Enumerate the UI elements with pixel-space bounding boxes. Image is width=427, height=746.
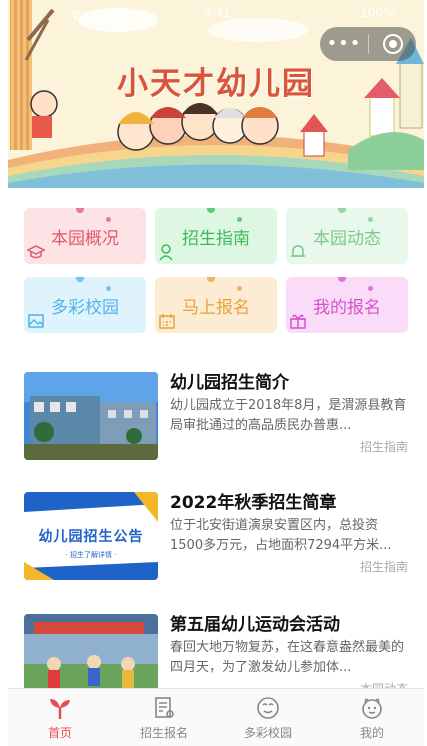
form-icon <box>155 697 174 718</box>
graduation-cap-icon <box>27 245 45 259</box>
quick-entry-grid: 本园概况 招生指南 本园动态 多彩校园 马上报名 我的报名 <box>24 208 408 333</box>
news-item-1[interactable]: 幼儿园招生简介 幼儿园成立于2018年8月，是渭源县教育局审批通过的高品质民办普… <box>24 366 408 462</box>
tile-campus[interactable]: 多彩校园 <box>24 277 146 333</box>
tile-news[interactable]: 本园动态 <box>286 208 408 264</box>
bottom-tabbar: 首页 招生报名 多彩校园 我的 <box>8 688 424 746</box>
news-thumbnail: 幼儿园招生公告 · 招生了解详情 · <box>24 492 158 580</box>
thumb-subline: · 招生了解详情 · <box>65 551 117 559</box>
news-desc: 春回大地万物复苏，在这春意盎然最美的四月天，为了激发幼儿参加体... <box>170 640 405 675</box>
news-desc: 幼儿园成立于2018年8月，是渭源县教育局审批通过的高品质民办普惠... <box>170 398 407 433</box>
tab-label: 招生报名 <box>139 726 188 740</box>
calendar-icon <box>159 314 175 329</box>
tab-mine[interactable]: 我的 <box>320 689 424 746</box>
tile-enroll-now[interactable]: 马上报名 <box>155 277 277 333</box>
tile-label: 马上报名 <box>182 297 250 318</box>
status-carrier: WeChat令 <box>72 8 131 22</box>
tile-my-enrollment[interactable]: 我的报名 <box>286 277 408 333</box>
face-icon <box>257 697 279 719</box>
status-time: 9:41 <box>204 6 231 20</box>
tab-campus[interactable]: 多彩校园 <box>216 689 320 746</box>
gift-icon <box>290 314 306 329</box>
tab-home[interactable]: 首页 <box>8 689 112 746</box>
more-dots-icon[interactable]: ••• <box>320 27 368 61</box>
smile-icon <box>362 698 382 719</box>
status-battery: 100% <box>360 6 395 20</box>
news-item-2[interactable]: 幼儿园招生公告 · 招生了解详情 · 2022年秋季招生简章 位于北安街道演泉安… <box>24 486 408 582</box>
news-desc: 位于北安街道演泉安置区内，总投资1500多万元，占地面积7294平方米... <box>170 518 392 553</box>
news-tag: 招生指南 <box>359 560 408 574</box>
tile-admission-guide[interactable]: 招生指南 <box>155 208 277 264</box>
news-title: 幼儿园招生简介 <box>170 373 289 393</box>
thumb-headline: 幼儿园招生公告 <box>38 529 144 545</box>
tab-enroll[interactable]: 招生报名 <box>112 689 216 746</box>
news-tag: 招生指南 <box>359 440 408 454</box>
tab-label: 多彩校园 <box>243 726 292 740</box>
bell-icon <box>291 245 305 257</box>
hero-banner: WeChat令 9:41 100% 小天才幼儿园 ••• <box>8 0 424 188</box>
tile-label: 多彩校园 <box>51 297 119 318</box>
tile-label: 招生指南 <box>182 228 250 249</box>
news-title: 2022年秋季招生简章 <box>170 493 337 513</box>
tile-overview[interactable]: 本园概况 <box>24 208 146 264</box>
banner-title: 小天才幼儿园 <box>117 66 315 102</box>
person-icon <box>159 244 173 261</box>
tile-label: 我的报名 <box>313 297 381 318</box>
tab-label: 我的 <box>359 726 384 740</box>
image-icon <box>28 314 44 328</box>
app-frame: WeChat令 9:41 100% 小天才幼儿园 ••• 本园概况 招生指南 本… <box>8 0 424 746</box>
target-icon[interactable] <box>369 34 416 54</box>
news-title: 第五届幼儿运动会活动 <box>170 615 340 635</box>
tile-label: 本园概况 <box>51 228 119 249</box>
tab-label: 首页 <box>47 726 72 740</box>
tile-label: 本园动态 <box>313 228 381 249</box>
sprout-icon <box>50 699 70 719</box>
miniprogram-capsule: ••• <box>320 27 416 61</box>
news-thumbnail <box>24 372 158 460</box>
